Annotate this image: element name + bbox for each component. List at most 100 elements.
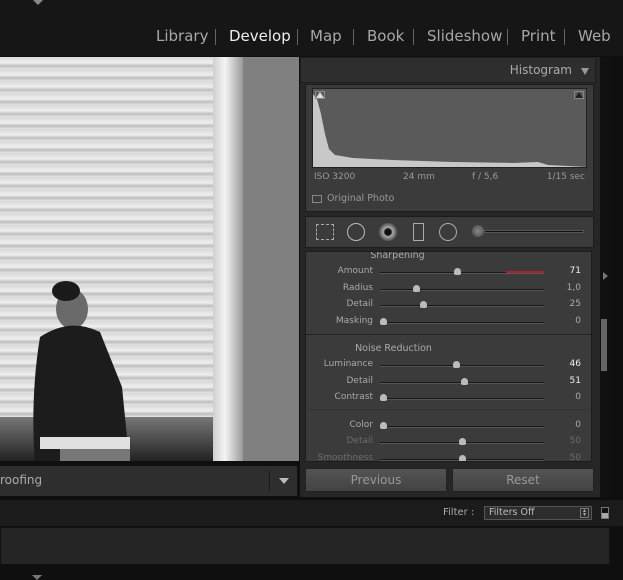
nav-map[interactable]: Map bbox=[310, 27, 342, 45]
slider-label: Color bbox=[349, 419, 374, 430]
photo-wall bbox=[213, 57, 243, 461]
sharpening-title: Sharpening bbox=[370, 251, 425, 261]
slider-value[interactable]: 71 bbox=[570, 266, 581, 276]
focal-length: 24 mm bbox=[403, 172, 435, 182]
slider-contrast[interactable]: Contrast 0 bbox=[306, 391, 591, 405]
toolbar-menu-icon[interactable] bbox=[279, 478, 289, 484]
filter-label: Filter : bbox=[443, 507, 475, 518]
histogram-header[interactable]: Histogram bbox=[300, 57, 596, 83]
slider-value[interactable]: 0 bbox=[575, 392, 581, 402]
expand-right-icon[interactable] bbox=[603, 272, 608, 280]
slider-label: Detail bbox=[346, 299, 373, 309]
slider-track[interactable] bbox=[380, 288, 544, 291]
slider-label: Smoothness bbox=[317, 452, 373, 462]
divider bbox=[353, 29, 354, 45]
slider-thumb[interactable] bbox=[380, 421, 387, 429]
slider-thumb[interactable] bbox=[459, 438, 466, 445]
slider-track[interactable] bbox=[380, 365, 544, 367]
slider-value[interactable]: 0 bbox=[575, 420, 581, 430]
tool-strip bbox=[305, 216, 594, 248]
filmstrip[interactable] bbox=[0, 527, 610, 565]
slider-smoothness[interactable]: Smoothness 50 bbox=[306, 452, 591, 462]
crop-overlay-icon[interactable] bbox=[316, 224, 334, 240]
panel-collapse-icon[interactable] bbox=[33, 0, 43, 5]
graduated-filter-icon[interactable] bbox=[413, 223, 424, 241]
filter-dropdown[interactable]: Filters Off ▴ ▾ bbox=[484, 506, 592, 520]
radial-filter-icon[interactable] bbox=[439, 223, 457, 241]
slider-thumb[interactable] bbox=[413, 284, 421, 292]
soft-proofing-label: roofing bbox=[0, 473, 43, 487]
slider-amount[interactable]: Amount 71 bbox=[306, 265, 591, 279]
slider-label: Luminance bbox=[323, 359, 373, 369]
panel-scrollbar[interactable] bbox=[600, 57, 610, 497]
scrollbar-thumb[interactable] bbox=[601, 319, 607, 371]
shutter-speed: 1/15 sec bbox=[546, 172, 585, 182]
histogram-curve bbox=[313, 94, 586, 167]
slider-masking[interactable]: Masking 0 bbox=[306, 315, 591, 329]
slider-thumb[interactable] bbox=[454, 268, 462, 275]
slider-luminance[interactable]: Luminance 46 bbox=[306, 358, 591, 372]
slider-color[interactable]: Color 0 bbox=[306, 419, 591, 433]
nav-library[interactable]: Library bbox=[156, 27, 208, 45]
noise-reduction-title: Noise Reduction bbox=[355, 343, 432, 354]
histogram-graph[interactable] bbox=[312, 88, 587, 168]
slider-label: Detail bbox=[346, 375, 373, 386]
slider-value[interactable]: 51 bbox=[570, 376, 581, 386]
slider-track[interactable] bbox=[380, 398, 544, 400]
slider-label: Detail bbox=[346, 436, 373, 446]
toolbar: roofing bbox=[0, 466, 297, 496]
slider-value[interactable]: 1,0 bbox=[567, 283, 581, 293]
divider bbox=[564, 29, 565, 45]
slider-value[interactable]: 50 bbox=[570, 453, 581, 462]
slider-radius[interactable]: Radius 1,0 bbox=[306, 282, 591, 296]
divider bbox=[413, 29, 414, 45]
detail-panel: Sharpening Amount 71 Radius 1,0 Detail 25 M… bbox=[305, 251, 592, 462]
nav-book[interactable]: Book bbox=[367, 27, 404, 45]
photo-canvas[interactable] bbox=[0, 57, 243, 461]
nav-slideshow[interactable]: Slideshow bbox=[427, 27, 502, 45]
shadow-clipping-icon[interactable] bbox=[315, 91, 325, 99]
slider-label: Amount bbox=[337, 266, 373, 276]
slider-detail[interactable]: Detail 51 bbox=[306, 375, 591, 389]
collapse-triangle-icon[interactable] bbox=[581, 68, 589, 75]
highlight-clipping-icon[interactable] bbox=[574, 91, 584, 99]
brush-size-bar[interactable] bbox=[484, 230, 584, 233]
aperture: f / 5,6 bbox=[472, 172, 499, 182]
slider-value[interactable]: 25 bbox=[570, 299, 581, 309]
original-photo-label: Original Photo bbox=[327, 193, 395, 204]
slider-thumb[interactable] bbox=[380, 317, 387, 325]
slider-thumb[interactable] bbox=[380, 394, 387, 401]
divider bbox=[306, 334, 591, 335]
divider bbox=[215, 29, 216, 45]
slider-detail[interactable]: Detail 50 bbox=[306, 435, 591, 449]
adjustment-brush-icon[interactable] bbox=[472, 225, 484, 237]
slider-track[interactable] bbox=[380, 321, 544, 324]
nav-web[interactable]: Web bbox=[578, 27, 611, 45]
slider-label: Contrast bbox=[334, 392, 373, 402]
slider-value[interactable]: 50 bbox=[570, 436, 581, 446]
nav-print[interactable]: Print bbox=[521, 27, 556, 45]
red-eye-icon[interactable] bbox=[379, 223, 397, 241]
histogram-title: Histogram bbox=[509, 63, 572, 77]
slider-detail[interactable]: Detail 25 bbox=[306, 298, 591, 312]
iso-value: ISO 3200 bbox=[314, 172, 356, 182]
original-photo-checkbox[interactable] bbox=[312, 195, 322, 203]
dropdown-arrows-icon: ▴ ▾ bbox=[580, 508, 589, 518]
slider-track[interactable] bbox=[380, 425, 544, 428]
slider-thumb[interactable] bbox=[459, 454, 466, 461]
previous-button[interactable]: Previous bbox=[305, 468, 447, 492]
divider bbox=[297, 29, 298, 45]
slider-thumb[interactable] bbox=[460, 377, 468, 385]
slider-value[interactable]: 0 bbox=[575, 316, 581, 326]
filter-lock-icon[interactable] bbox=[601, 507, 609, 519]
slider-track[interactable] bbox=[380, 305, 544, 307]
spot-removal-icon[interactable] bbox=[347, 223, 365, 241]
nav-develop[interactable]: Develop bbox=[229, 27, 291, 45]
slider-value[interactable]: 46 bbox=[570, 359, 581, 369]
slider-thumb[interactable] bbox=[419, 301, 427, 308]
slider-label: Masking bbox=[335, 315, 373, 326]
filmstrip-collapse-icon[interactable] bbox=[32, 575, 42, 580]
divider bbox=[306, 409, 591, 410]
slider-thumb[interactable] bbox=[452, 361, 460, 368]
reset-button[interactable]: Reset bbox=[452, 468, 594, 492]
